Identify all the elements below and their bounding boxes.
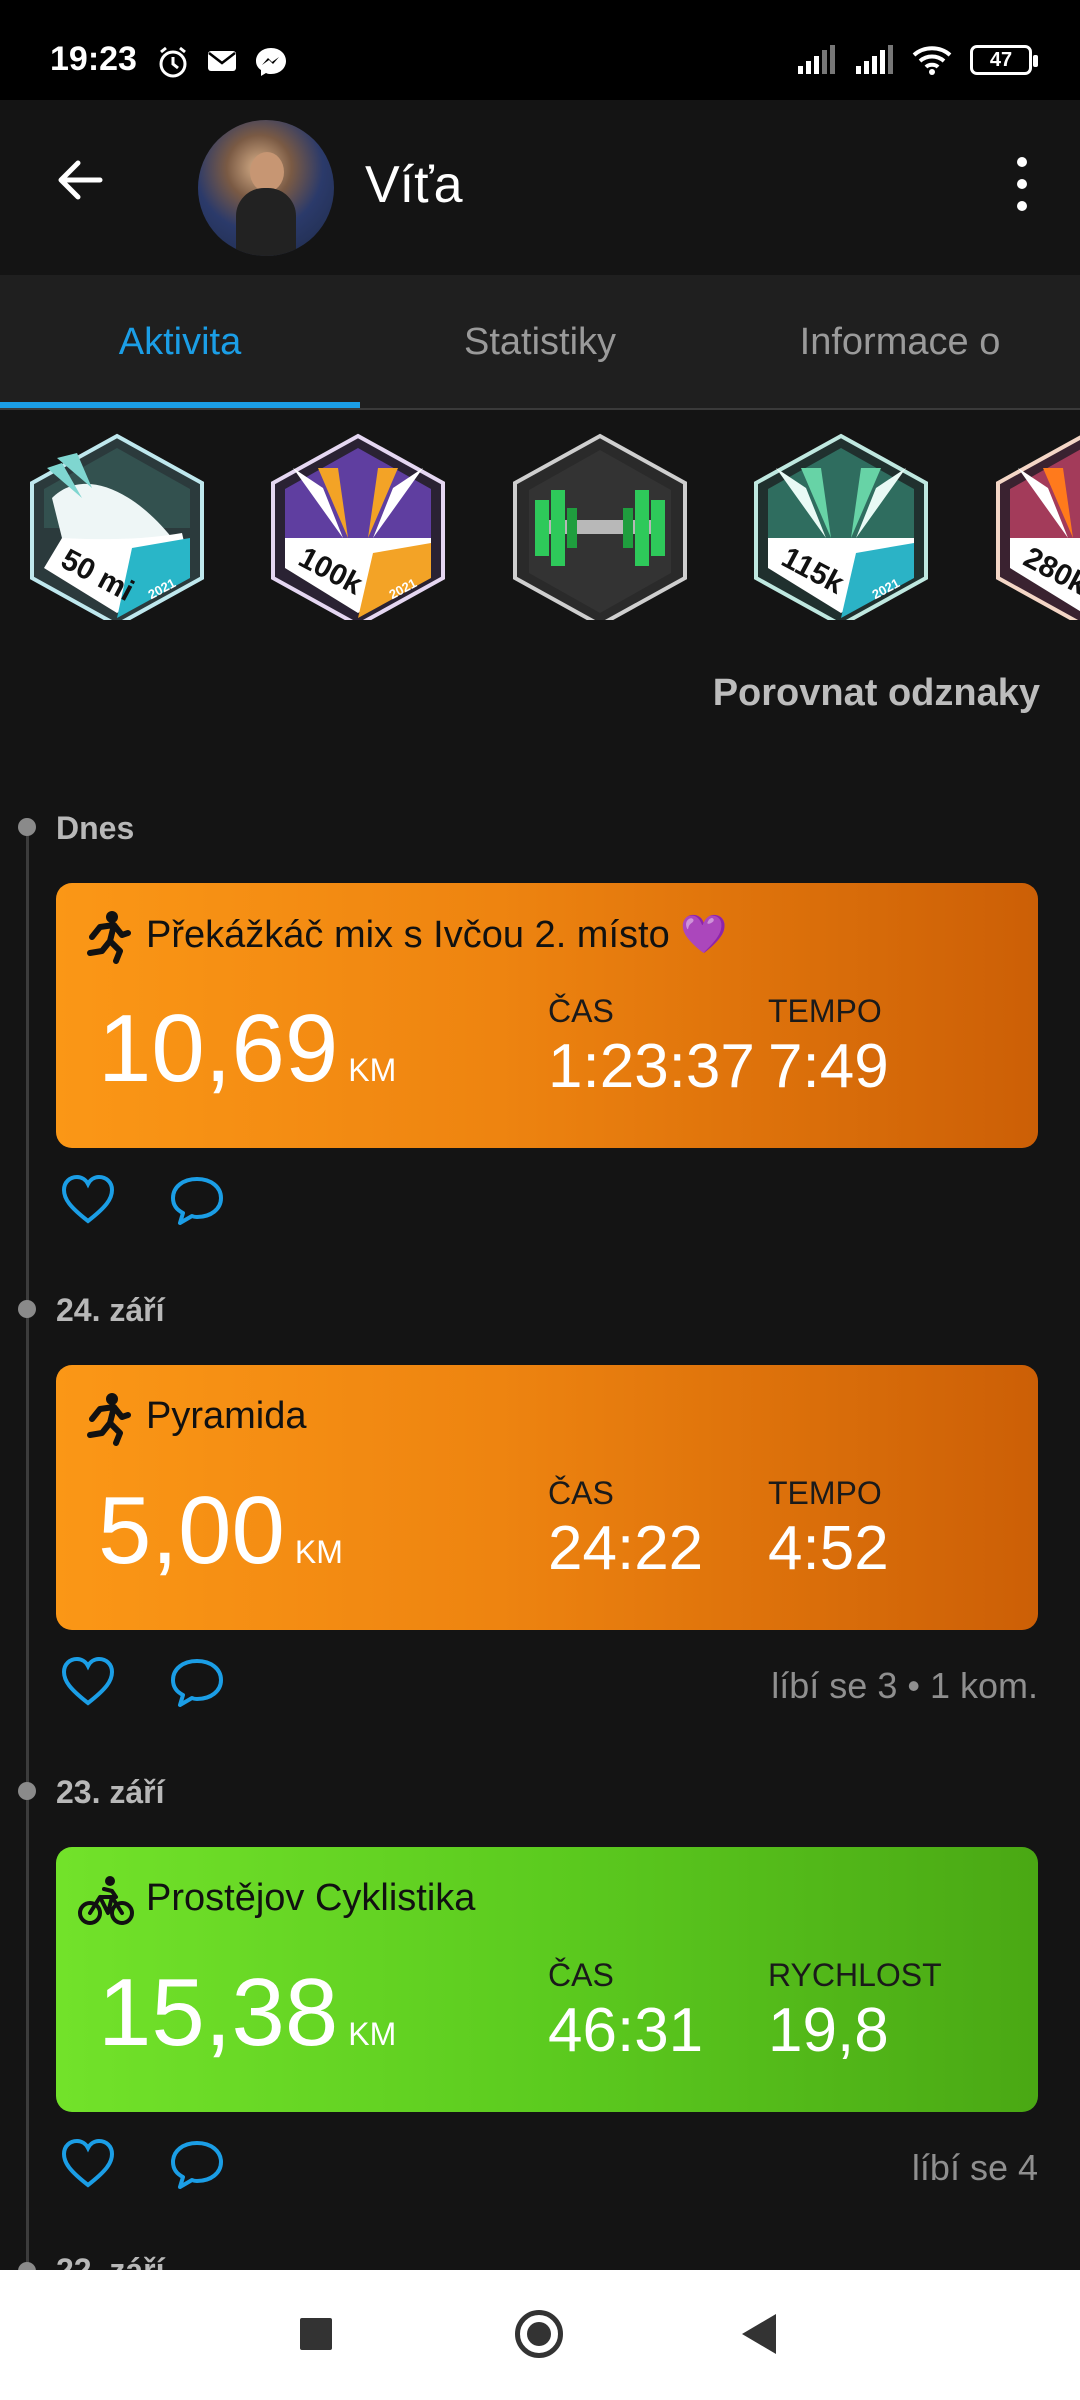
activity-distance: 5,00 KM: [98, 1477, 343, 1584]
comment-bubble-icon[interactable]: [168, 2137, 226, 2193]
alarm-icon: [159, 46, 187, 78]
stat-time-value: 46:31: [548, 1996, 704, 2065]
comment-bubble-icon[interactable]: [168, 1655, 226, 1711]
like-heart-icon[interactable]: [60, 1655, 116, 1709]
likes-count[interactable]: líbí se 4: [912, 2147, 1038, 2189]
stat-time-label: ČAS: [548, 993, 614, 1029]
badges-strip[interactable]: 50 mi 2021 100k 2021 115k 2021 280k: [0, 420, 1080, 620]
profile-tabs: Aktivita Statistiky Informace o: [0, 275, 1080, 410]
day-label: 24. září: [56, 1292, 165, 1328]
activity-actions: líbí se 4: [56, 2129, 1038, 2209]
signal-icon: [856, 45, 893, 74]
badge-115k[interactable]: 115k 2021: [746, 428, 936, 620]
badge-100k[interactable]: 100k 2021: [263, 428, 453, 620]
stat-pace-value: 4:52: [768, 1514, 889, 1583]
badge-strength[interactable]: [505, 428, 695, 620]
stat-speed-label: RYCHLOST: [768, 1957, 942, 1993]
like-heart-icon[interactable]: [60, 2137, 116, 2191]
stat-pace-label: TEMPO: [768, 993, 882, 1029]
badge-280k[interactable]: 280k: [988, 428, 1080, 620]
timeline-dot: [18, 1300, 36, 1318]
day-label: 23. září: [56, 1774, 165, 1810]
activity-card[interactable]: Prostějov Cyklistika 15,38 KM ČAS 46:31 R…: [56, 1847, 1038, 2112]
recents-button[interactable]: [300, 2318, 332, 2350]
activity-distance: 10,69 KM: [98, 995, 397, 1102]
tab-aktivita[interactable]: Aktivita: [0, 275, 360, 410]
distance-unit: KM: [294, 1534, 343, 1570]
home-button[interactable]: [515, 2310, 563, 2358]
tab-informace[interactable]: Informace o: [720, 275, 1080, 410]
system-nav-bar: [0, 2270, 1080, 2400]
more-options-icon[interactable]: [1004, 152, 1040, 216]
status-bar: 19:23 47: [0, 0, 1080, 100]
back-arrow-icon[interactable]: [50, 150, 110, 210]
compare-badges-link[interactable]: Porovnat odznaky: [713, 672, 1040, 715]
tab-divider: [0, 408, 1080, 410]
running-icon: [87, 1393, 131, 1446]
activity-card[interactable]: Překážkáč mix s Ivčou 2. místo 💜 10,69 KM…: [56, 883, 1038, 1148]
signal-icon: [798, 45, 835, 74]
distance-unit: KM: [348, 1052, 397, 1088]
running-icon: [87, 911, 131, 964]
likes-count[interactable]: líbí se 3 • 1 kom.: [771, 1665, 1038, 1707]
stat-pace-label: TEMPO: [768, 1475, 882, 1511]
battery-icon: 47: [970, 45, 1038, 75]
activity-actions: [56, 1165, 1038, 1245]
wifi-icon: [912, 46, 952, 75]
stat-time-value: 24:22: [548, 1514, 704, 1583]
badge-50-mi[interactable]: 50 mi 2021: [22, 428, 212, 620]
stat-time-label: ČAS: [548, 1475, 614, 1511]
stat-time-label: ČAS: [548, 1957, 614, 1993]
timeline-dot: [18, 818, 36, 836]
activity-distance: 15,38 KM: [98, 1959, 397, 2066]
timeline-dot: [18, 1782, 36, 1800]
status-time: 19:23: [50, 40, 137, 78]
cycling-icon: [78, 1876, 134, 1925]
activity-title: Pyramida: [146, 1395, 307, 1437]
activity-actions: líbí se 3 • 1 kom.: [56, 1647, 1038, 1727]
activity-title: Překážkáč mix s Ivčou 2. místo 💜: [146, 914, 728, 956]
distance-unit: KM: [348, 2016, 397, 2052]
profile-name: Víťa: [365, 156, 463, 214]
messenger-icon: [256, 48, 286, 76]
app-header: Víťa: [0, 100, 1080, 275]
activity-card[interactable]: Pyramida 5,00 KM ČAS 24:22 TEMPO 4:52: [56, 1365, 1038, 1630]
comment-bubble-icon[interactable]: [168, 1173, 226, 1229]
timeline-line: [26, 836, 29, 2270]
back-button[interactable]: [742, 2314, 776, 2354]
avatar[interactable]: [198, 120, 334, 256]
mail-icon: [208, 51, 236, 71]
activity-title: Prostějov Cyklistika: [146, 1877, 476, 1919]
day-label: Dnes: [56, 810, 135, 846]
stat-time-value: 1:23:37: [548, 1032, 755, 1101]
tab-statistiky[interactable]: Statistiky: [360, 275, 720, 410]
like-heart-icon[interactable]: [60, 1173, 116, 1227]
stat-pace-value: 7:49: [768, 1032, 889, 1101]
stat-speed-value: 19,8: [768, 1996, 889, 2065]
